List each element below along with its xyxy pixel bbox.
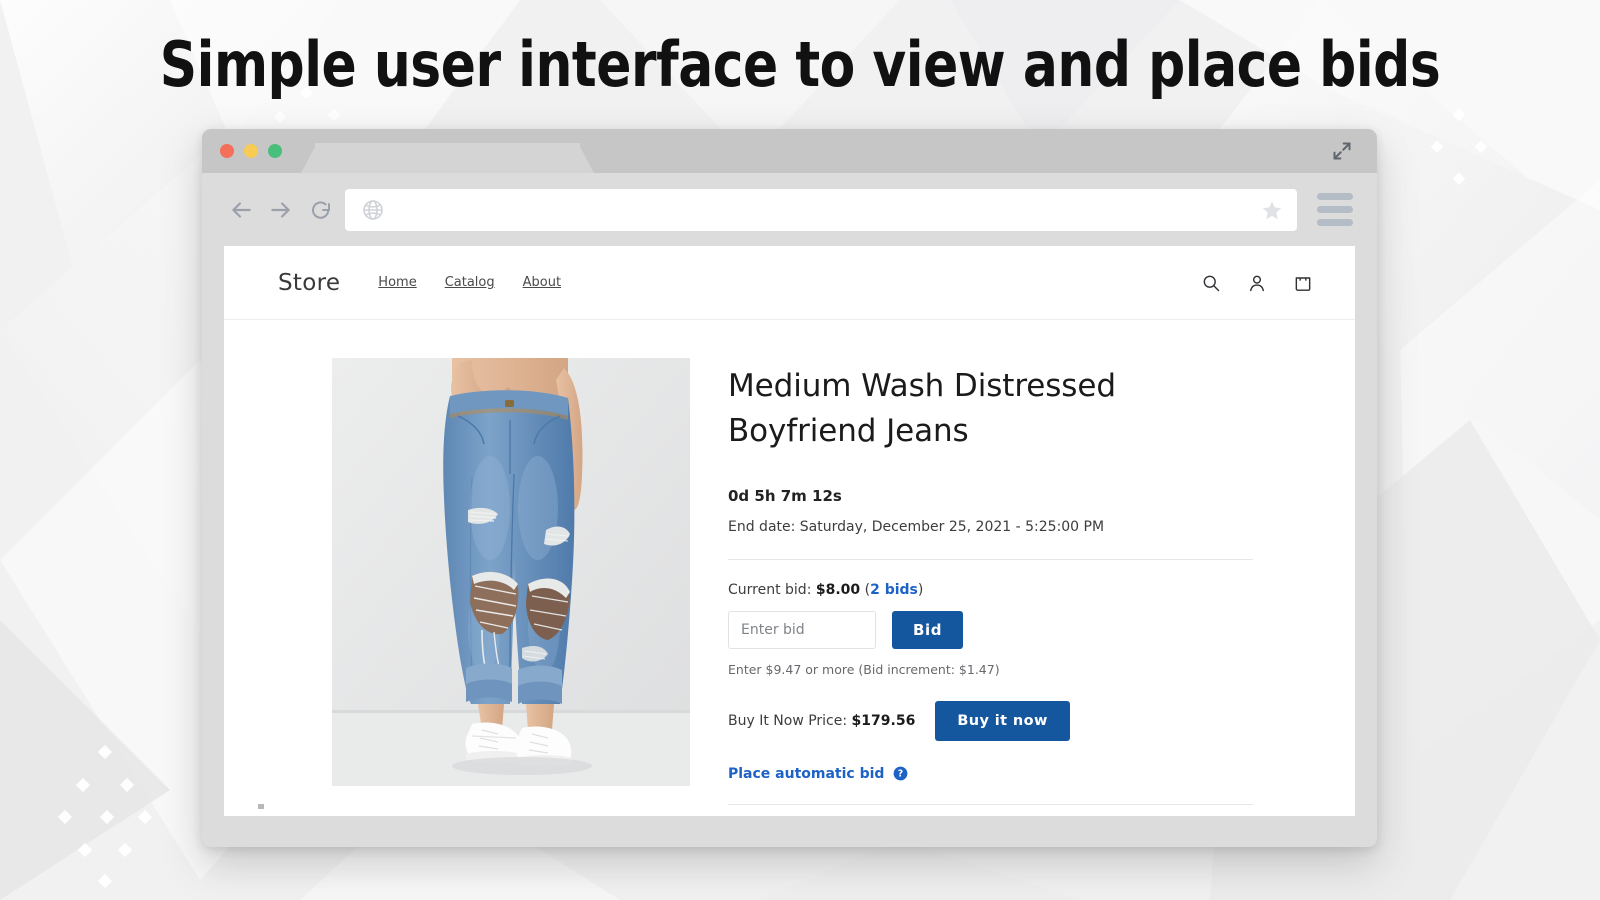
forward-button[interactable] bbox=[264, 193, 298, 227]
cart-icon[interactable] bbox=[1293, 273, 1313, 293]
hamburger-menu-icon[interactable] bbox=[1317, 193, 1353, 226]
reload-icon bbox=[309, 198, 333, 222]
minimize-window-button[interactable] bbox=[244, 144, 258, 158]
bid-helper-text: Enter $9.47 or more (Bid increment: $1.4… bbox=[728, 662, 1253, 677]
search-icon[interactable] bbox=[1201, 273, 1221, 293]
url-input[interactable] bbox=[395, 202, 1251, 218]
browser-toolbar bbox=[202, 173, 1377, 246]
browser-titlebar bbox=[202, 129, 1377, 173]
back-button[interactable] bbox=[224, 193, 258, 227]
store-logo[interactable]: Store bbox=[278, 270, 340, 296]
buy-now-price-line: Buy It Now Price: $179.56 bbox=[728, 713, 915, 729]
arrow-left-icon bbox=[228, 197, 254, 223]
buy-it-now-button[interactable]: Buy it now bbox=[935, 701, 1070, 741]
globe-icon bbox=[361, 198, 385, 222]
store-header: Store Home Catalog About bbox=[224, 246, 1355, 320]
navigation-buttons bbox=[224, 193, 338, 227]
maximize-window-button[interactable] bbox=[268, 144, 282, 158]
nav-link-catalog[interactable]: Catalog bbox=[445, 275, 495, 290]
auction-end-date: End date: Saturday, December 25, 2021 - … bbox=[728, 519, 1253, 535]
screenshot-root: Simple user interface to view and place … bbox=[0, 0, 1600, 900]
paren-close: ) bbox=[918, 582, 923, 598]
arrow-right-icon bbox=[268, 197, 294, 223]
nav-link-home[interactable]: Home bbox=[378, 275, 416, 290]
expand-arrows-icon[interactable] bbox=[1332, 141, 1352, 161]
buy-now-price: $179.56 bbox=[852, 713, 916, 729]
place-bid-button[interactable]: Bid bbox=[892, 611, 963, 649]
address-bar[interactable] bbox=[345, 189, 1297, 231]
buy-now-label: Buy It Now Price: bbox=[728, 713, 847, 729]
current-bid-line: Current bid: $8.00 (2 bids) bbox=[728, 582, 1253, 598]
close-window-button[interactable] bbox=[220, 144, 234, 158]
auction-countdown: 0d 5h 7m 12s bbox=[728, 487, 1253, 505]
product-details: Medium Wash Distressed Boyfriend Jeans 0… bbox=[728, 358, 1253, 805]
divider-top bbox=[728, 559, 1253, 560]
nav-link-about[interactable]: About bbox=[523, 275, 561, 290]
horizontal-scrollbar[interactable] bbox=[246, 804, 1355, 809]
browser-window: Store Home Catalog About bbox=[202, 129, 1377, 847]
product-title: Medium Wash Distressed Boyfriend Jeans bbox=[728, 364, 1253, 454]
product-image[interactable] bbox=[332, 358, 690, 786]
browser-tab[interactable] bbox=[315, 143, 580, 173]
current-bid-label: Current bid: bbox=[728, 582, 811, 598]
current-bid-value: $8.00 bbox=[816, 582, 860, 598]
svg-text:?: ? bbox=[898, 769, 903, 780]
page-headline: Simple user interface to view and place … bbox=[56, 28, 1544, 101]
product-photo-illustration bbox=[332, 358, 690, 786]
star-icon[interactable] bbox=[1261, 199, 1283, 221]
account-icon[interactable] bbox=[1247, 273, 1267, 293]
reload-button[interactable] bbox=[304, 193, 338, 227]
question-mark-circle-icon[interactable]: ? bbox=[893, 766, 908, 781]
automatic-bid-row: Place automatic bid ? bbox=[728, 766, 1253, 782]
buy-now-row: Buy It Now Price: $179.56 Buy it now bbox=[728, 701, 1253, 741]
store-nav: Home Catalog About bbox=[378, 275, 561, 290]
place-automatic-bid-link[interactable]: Place automatic bid bbox=[728, 766, 884, 782]
page-viewport: Store Home Catalog About bbox=[224, 246, 1355, 816]
window-controls bbox=[220, 144, 282, 158]
bid-amount-input[interactable] bbox=[728, 611, 876, 649]
bid-form: Bid bbox=[728, 611, 1253, 649]
header-icon-group bbox=[1201, 273, 1313, 293]
bids-count-link[interactable]: 2 bids bbox=[870, 582, 918, 598]
product-section: Medium Wash Distressed Boyfriend Jeans 0… bbox=[224, 320, 1355, 805]
